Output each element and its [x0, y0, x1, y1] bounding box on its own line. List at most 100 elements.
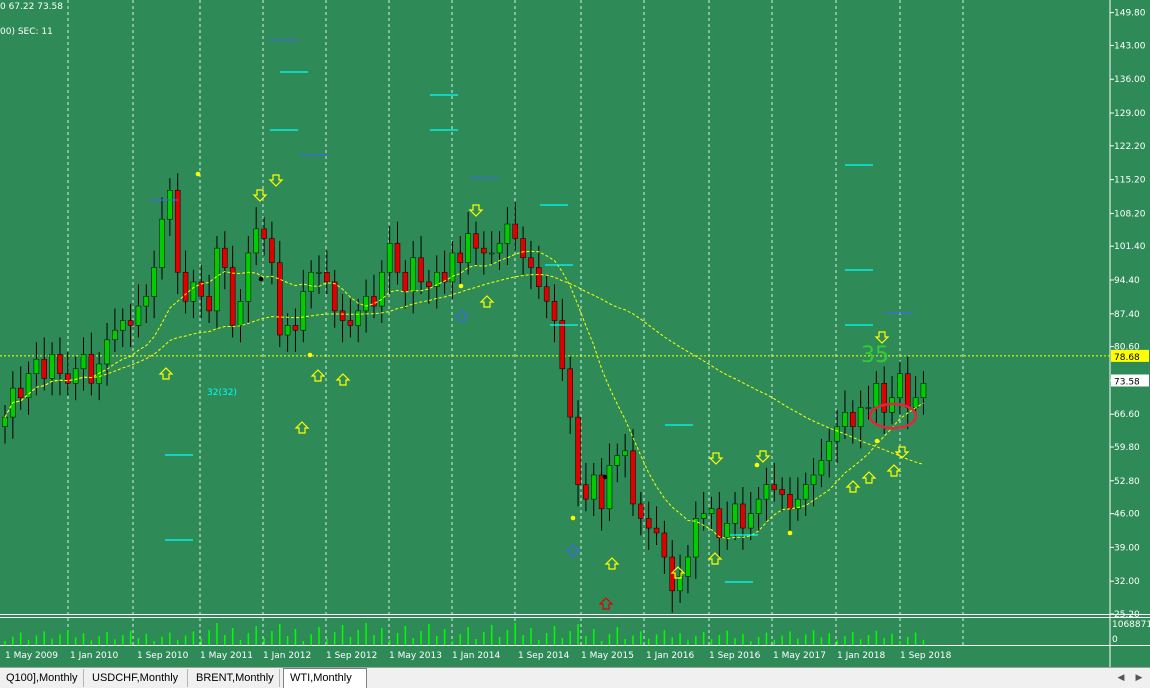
candle-body	[598, 474, 605, 510]
price-tick-label: 101.40	[1114, 242, 1146, 252]
candle-body	[292, 325, 299, 331]
volume-max-label: 1068871	[1112, 620, 1150, 630]
signal-dot	[307, 352, 313, 358]
price-chart[interactable]: 1 May 2009 1 Jan 2010 1 Sep 2010 1 May 2011…	[0, 0, 1150, 667]
candle-body	[724, 523, 730, 538]
candle-body	[763, 484, 770, 500]
header-line-1: 0 67.22 73.58	[0, 2, 63, 12]
price-tick-label: 115.20	[1114, 176, 1146, 186]
candle-body	[457, 252, 464, 263]
candle-body	[151, 267, 157, 297]
candle-body	[685, 556, 691, 577]
count-label-big: 35	[861, 343, 889, 368]
tab-wti-monthly[interactable]: WTI,Monthly	[283, 668, 367, 688]
header-line-2: 00) SEC: 11	[0, 27, 53, 37]
candle-body	[135, 305, 142, 326]
up-arrow-icon	[598, 597, 614, 610]
signal-dot	[874, 438, 880, 444]
candle-body	[410, 257, 416, 292]
time-tick-label: 1 May 2015	[581, 651, 634, 661]
up-arrow-icon	[454, 309, 470, 322]
candle-body	[229, 267, 236, 326]
candle-body	[810, 474, 817, 485]
tab-usdchf-monthly[interactable]: USDCHF,Monthly	[86, 669, 188, 687]
candle-body	[174, 189, 181, 273]
signal-dot	[602, 474, 608, 480]
down-arrow-icon	[708, 452, 724, 465]
up-arrow-icon	[158, 367, 174, 380]
candle-body	[504, 223, 511, 244]
current-price-label: 73.58	[1114, 377, 1140, 387]
count-label-small: 32(32)	[207, 388, 237, 398]
candle-body	[905, 373, 911, 408]
candle-body	[473, 233, 479, 249]
candle-body	[324, 272, 330, 283]
price-tick-label: 39.00	[1114, 543, 1140, 553]
candle-body	[488, 252, 495, 255]
candle-body	[159, 218, 165, 268]
tab-ndx-monthly[interactable]: Q100],Monthly	[0, 669, 84, 687]
candle-body	[881, 383, 887, 413]
signal-dot	[458, 283, 464, 289]
chart-area[interactable]: 1 May 2009 1 Jan 2010 1 Sep 2010 1 May 2011…	[0, 0, 1150, 667]
candle-body	[653, 527, 660, 534]
candle-body	[520, 238, 526, 259]
time-tick-label: 1 Sep 2016	[709, 651, 761, 661]
candle-body	[771, 484, 778, 490]
candle-body	[269, 238, 275, 263]
candle-body	[748, 513, 754, 529]
candle-body	[33, 358, 40, 374]
candle-body	[120, 320, 126, 331]
candle-body	[873, 383, 880, 408]
candle-body	[740, 503, 746, 529]
up-arrow-icon	[604, 557, 620, 570]
up-arrow-icon	[861, 471, 877, 484]
candle-body	[2, 416, 8, 427]
volume-zero-label: 0	[1112, 635, 1118, 645]
candle-body	[331, 281, 338, 312]
candle-body	[261, 228, 267, 239]
candle-body	[716, 508, 723, 538]
candle-body	[700, 513, 707, 519]
time-tick-label: 1 Jan 2014	[452, 651, 500, 661]
candle-body	[802, 484, 809, 500]
time-tick-label: 1 Jan 2016	[646, 651, 694, 661]
scroll-left-icon[interactable]: ◀	[1114, 670, 1128, 686]
candle-body	[25, 373, 32, 399]
time-tick-label: 1 Sep 2012	[326, 651, 377, 661]
candle-body	[661, 532, 668, 558]
candle-body	[536, 267, 542, 288]
candle-body	[481, 247, 487, 254]
candle-body	[379, 272, 385, 307]
scroll-right-icon[interactable]: ▶	[1132, 670, 1146, 686]
candle-body	[394, 243, 401, 273]
candle-body	[630, 450, 636, 505]
candle-body	[638, 503, 644, 519]
price-tick-label: 136.00	[1114, 75, 1146, 85]
candle-body	[104, 339, 110, 365]
candle-body	[826, 440, 832, 461]
price-tick-label: 122.20	[1114, 142, 1146, 152]
candle-body	[465, 233, 471, 263]
candle-body	[237, 300, 244, 326]
candle-body	[72, 368, 79, 384]
candle-body	[363, 296, 369, 312]
candle-body	[920, 383, 927, 399]
time-tick-label: 1 May 2013	[389, 651, 442, 661]
candle-body	[912, 397, 919, 408]
price-tick-label: 143.00	[1114, 41, 1146, 51]
candle-body	[528, 257, 534, 268]
time-tick-label: 1 Jan 2012	[263, 651, 311, 661]
tab-brent-monthly[interactable]: BRENT,Monthly	[190, 669, 280, 687]
up-arrow-icon	[845, 480, 861, 493]
candle-body	[65, 373, 71, 384]
candle-body	[551, 300, 558, 321]
candle-body	[127, 320, 134, 326]
candle-body	[496, 243, 503, 254]
time-tick-label: 1 Jan 2018	[837, 651, 885, 661]
candle-body	[277, 262, 283, 336]
price-tick-label: 129.00	[1114, 109, 1146, 119]
candle-body	[253, 228, 259, 254]
price-tick-label: 59.80	[1114, 443, 1140, 453]
candle-body	[897, 373, 903, 399]
